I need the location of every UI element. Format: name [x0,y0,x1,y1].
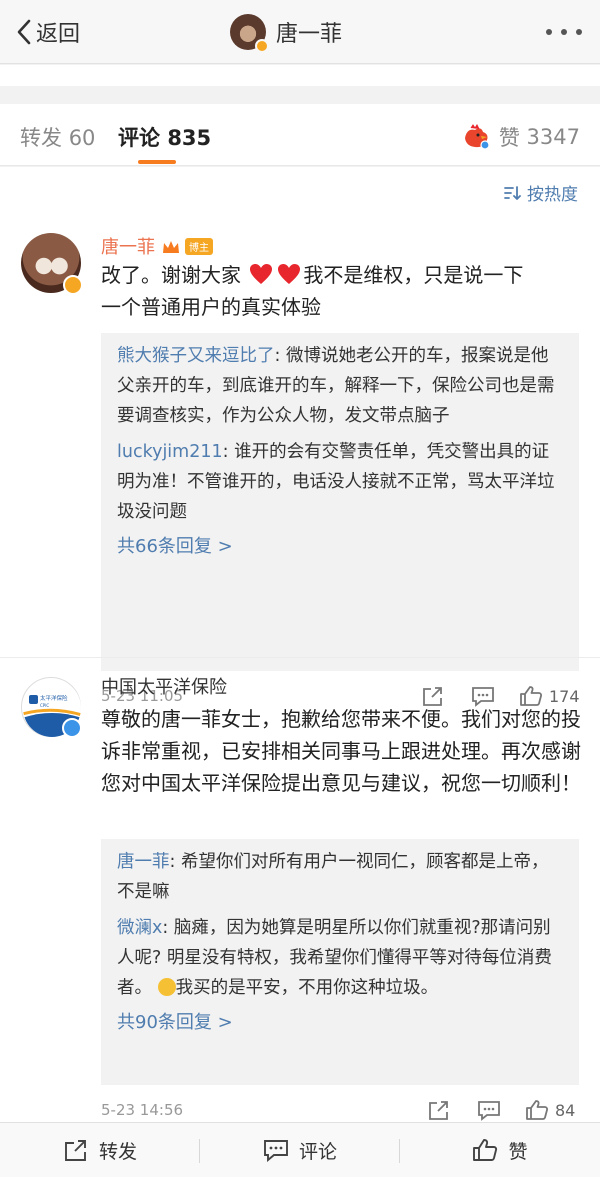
nav-title: 唐一菲 [276,22,343,47]
comment-username[interactable]: 唐一菲 博主 [101,233,213,259]
more-replies-link[interactable]: 共90条回复 > [117,1009,563,1037]
tab-comment[interactable]: 评论 835 [118,122,211,164]
reply-item[interactable]: 微澜x: 脑瘫，因为她算是明星所以你们就重视?那请问别人呢? 明星没有特权，我希… [117,913,563,1003]
back-label: 返回 [36,22,81,47]
like-button[interactable]: 赞 [400,1123,600,1177]
avatar[interactable]: 太平洋保险 CPIC [21,677,82,738]
share-button[interactable] [427,1097,451,1123]
share-icon [429,1101,448,1120]
tab-forward[interactable]: 转发 60 [20,122,95,152]
top-navigation-bar: 返回 唐一菲 [0,0,600,64]
author-badge: 博主 [185,238,213,255]
nav-user[interactable]: 唐一菲 [230,14,343,53]
crown-icon [163,241,179,253]
comment-meta: 5-23 14:56 84 [101,1095,579,1125]
reply-box: 熊大猴子又来逗比了: 微博说她老公开的车，报案说是他父亲开的车，到底谁开的车，解… [101,333,579,671]
tab-bar: 转发 60 评论 835 赞 3347 [0,104,600,166]
thumbs-up-icon [526,1100,549,1120]
divider [0,657,600,658]
svg-text:CPIC: CPIC [40,703,49,708]
svg-text:太平洋保险: 太平洋保险 [40,694,68,702]
reply-item[interactable]: 熊大猴子又来逗比了: 微博说她老公开的车，报案说是他父亲开的车，到底谁开的车，解… [117,341,563,431]
like-button[interactable]: 84 [525,1097,575,1123]
comment-icon [264,1140,288,1162]
comment-text: 尊敬的唐一菲女士，抱歉给您带来不便。我们对您的投诉非常重视，已安排相关同事马上跟… [101,707,581,795]
forward-button[interactable]: 转发 [0,1123,200,1177]
reply-box: 唐一菲: 希望你们对所有用户一视同仁，顾客都是上帝，不是嘛 微澜x: 脑瘫，因为… [101,839,579,1085]
sort-icon [504,185,521,200]
comment-username[interactable]: 中国太平洋保险 [101,673,227,699]
reply-button[interactable] [477,1097,501,1123]
comment-text: 改了。谢谢大家 我不是维权，只是说一下 一个普通用户的真实体验 [101,263,524,319]
share-icon [65,1140,86,1161]
nav-avatar [230,14,269,53]
heart-icon [278,264,301,284]
reply-item[interactable]: luckyjim211: 谁开的会有交警责任单，凭交警出具的证明为准！不管谁开的… [117,437,563,527]
avatar[interactable] [21,233,83,295]
heart-icon [250,264,273,284]
sort-button[interactable]: 按热度 [503,180,578,205]
thumbs-up-icon [473,1139,498,1161]
rooster-icon [464,124,490,150]
comment-icon [478,1101,500,1121]
verified-icon [62,718,82,738]
top-strip [0,65,600,86]
comment-button[interactable]: 评论 [200,1123,400,1177]
bottom-action-bar: 转发 评论 赞 [0,1122,600,1177]
comments-panel: 按热度 唐一菲 博主 改了。谢谢大家 我不是维权，只是说一下 一个普通用户的真实体… [0,167,600,1122]
active-tab-underline [138,160,176,164]
verified-icon [255,39,269,53]
more-replies-link[interactable]: 共66条回复 > [117,533,563,561]
back-button[interactable]: 返回 [14,16,80,48]
chevron-left-icon [17,19,31,45]
verified-icon [63,275,83,295]
smile-emoji-icon [157,978,176,996]
like-count: 84 [555,1100,576,1120]
more-options-icon[interactable] [546,22,582,42]
reply-item[interactable]: 唐一菲: 希望你们对所有用户一视同仁，顾客都是上帝，不是嘛 [117,847,563,907]
tab-like[interactable]: 赞 3347 [461,122,580,152]
comment-time: 5-23 14:56 [101,1101,184,1119]
